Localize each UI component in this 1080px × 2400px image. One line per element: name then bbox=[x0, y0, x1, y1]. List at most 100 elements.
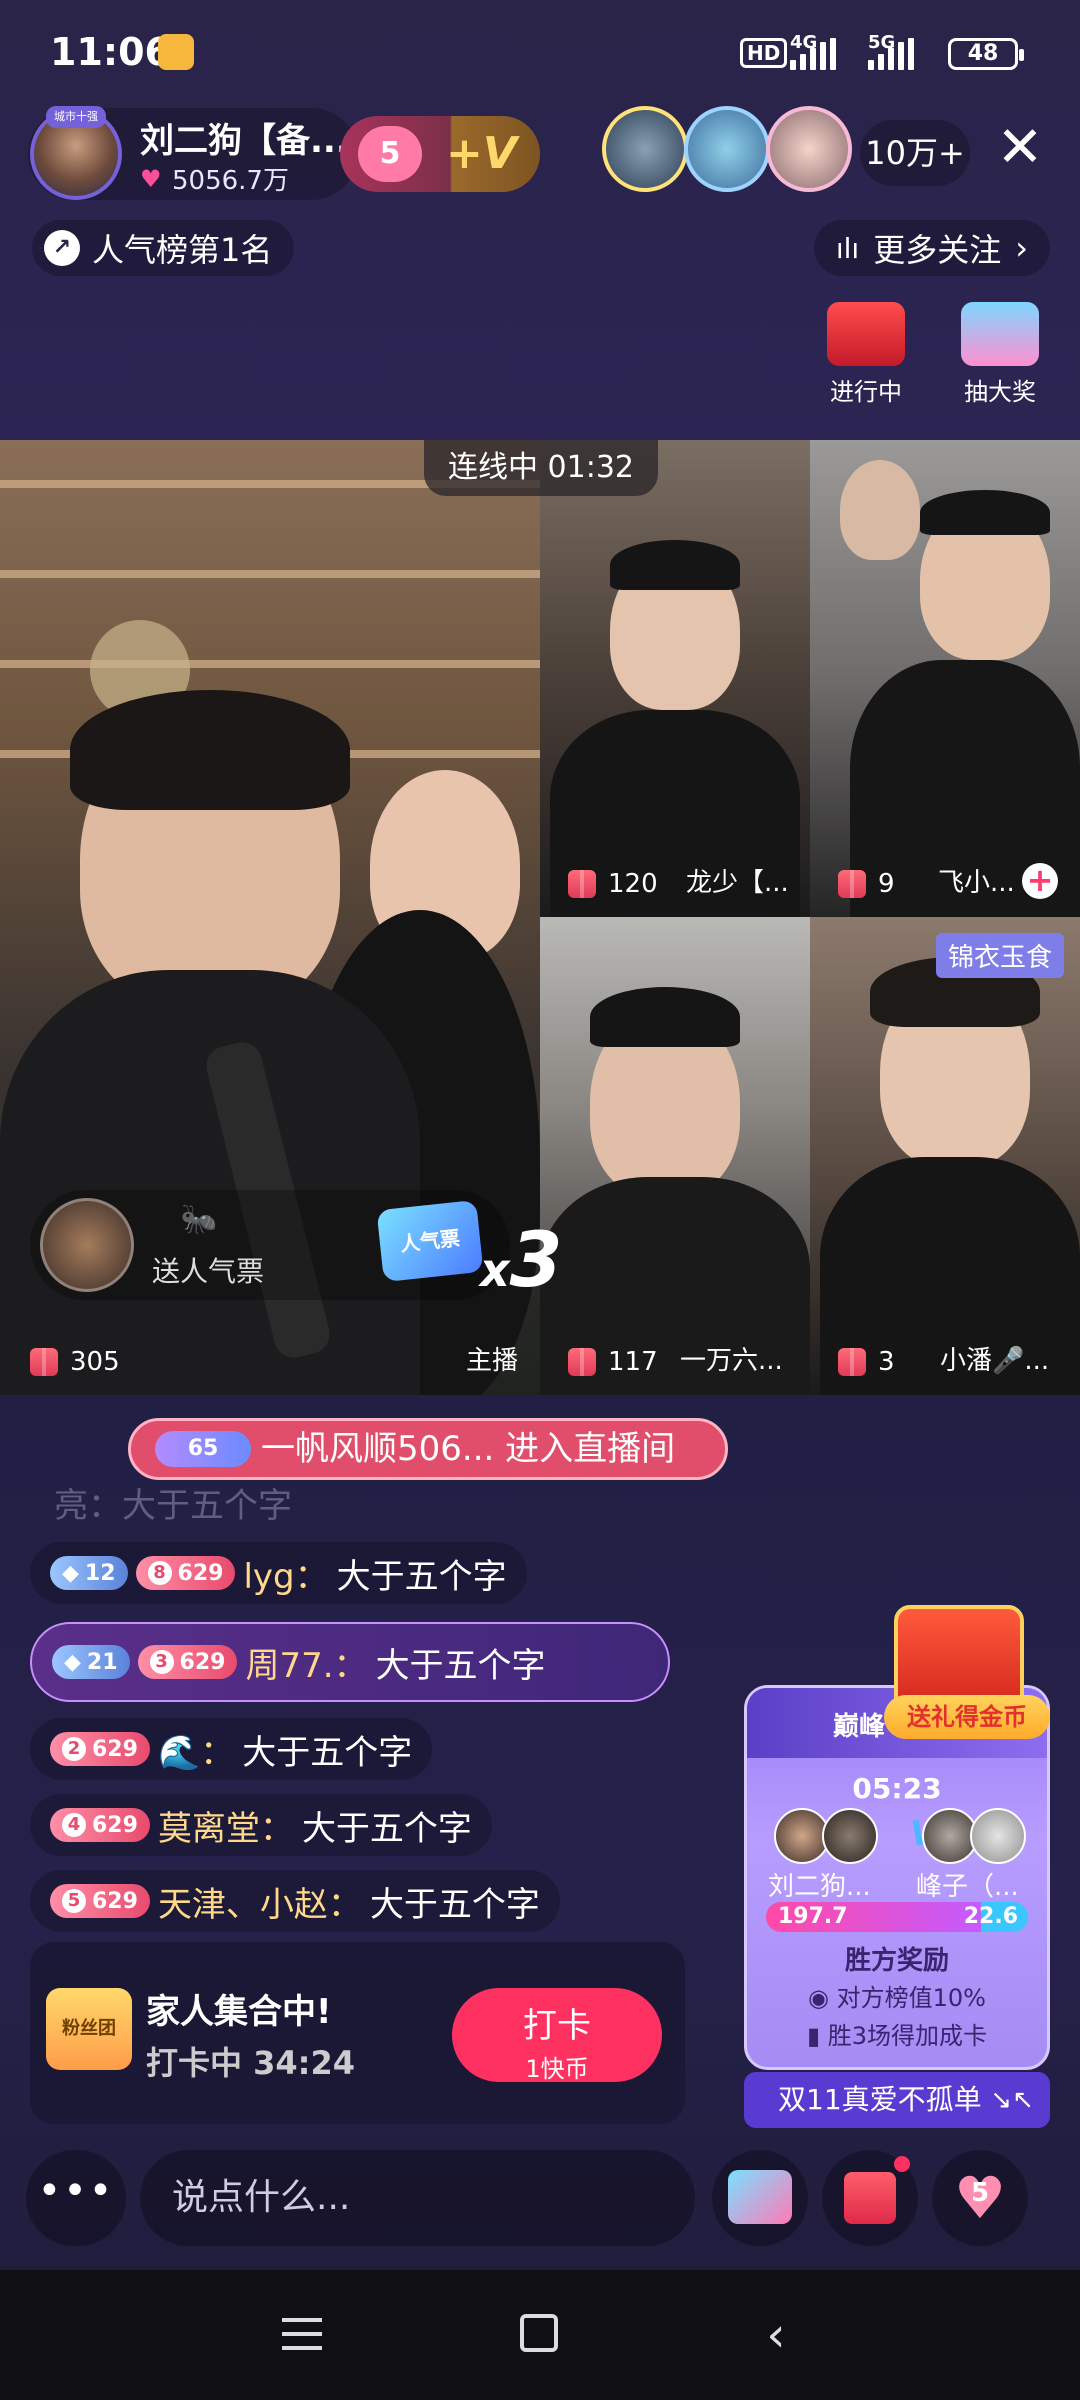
gift-gold-label[interactable]: 送礼得金币 bbox=[884, 1695, 1050, 1739]
chat-message-highlight[interactable]: ◆ 21 3 629 周77.： 大于五个字 bbox=[30, 1622, 670, 1702]
fan-badge: 5 629 bbox=[50, 1884, 150, 1918]
gift-button[interactable] bbox=[822, 2150, 918, 2246]
guest-gift-count: 3 bbox=[838, 1347, 895, 1377]
pk-reward-title: 胜方奖励 bbox=[844, 1946, 949, 1976]
guest-video-4[interactable]: 锦衣玉食 3 小潘🎤... bbox=[810, 917, 1080, 1395]
guest-name: 飞小... bbox=[938, 868, 1015, 898]
viewer-avatar[interactable] bbox=[602, 106, 688, 192]
trophy-icon: ◉ bbox=[808, 1984, 837, 2012]
pk-reward-line-2: ▮ 胜3场得加成卡 bbox=[806, 2022, 988, 2050]
fan-group-logo: 粉丝团 bbox=[46, 1988, 132, 2070]
host-avatar[interactable]: 城市十强 bbox=[30, 106, 122, 200]
level-badge: ◆ 12 bbox=[50, 1556, 128, 1590]
guest-name: 一万六... bbox=[680, 1346, 783, 1376]
popularity-ticket-button[interactable] bbox=[712, 2150, 808, 2246]
plus-v-label: +V bbox=[446, 128, 517, 179]
more-options-button[interactable]: ••• bbox=[26, 2150, 126, 2246]
gift-icon bbox=[568, 1348, 596, 1376]
checkin-timer: 打卡中 34:24 bbox=[146, 2044, 356, 2082]
fan-badge: 2 629 bbox=[50, 1732, 150, 1766]
battery-icon: 48 bbox=[948, 38, 1024, 70]
chat-message[interactable]: 2 629 🌊： 大于五个字 bbox=[30, 1718, 433, 1780]
guest-name: 小潘🎤... bbox=[940, 1346, 1050, 1376]
close-icon[interactable]: ✕ bbox=[990, 118, 1050, 178]
pk-left-name: 刘二狗... bbox=[768, 1872, 871, 1902]
heart-count: 5 bbox=[970, 2178, 990, 2208]
host-name[interactable]: 刘二狗【备... bbox=[140, 113, 349, 162]
voter-avatar bbox=[40, 1198, 134, 1292]
pk-timer: 05:23 bbox=[852, 1772, 942, 1805]
user-level-badge: 65 bbox=[155, 1431, 251, 1467]
fan-level-heart-icon: 5 bbox=[358, 126, 422, 182]
gift-icon bbox=[568, 870, 596, 898]
chat-faded-line: 亮：大于五个字 bbox=[54, 1486, 292, 1526]
comment-input[interactable]: 说点什么... bbox=[140, 2150, 695, 2246]
system-nav-bar: ‹ bbox=[0, 2270, 1080, 2400]
add-guest-icon[interactable]: + bbox=[1022, 863, 1058, 899]
notification-dot bbox=[894, 2156, 910, 2172]
chevron-right-icon: › bbox=[1015, 229, 1028, 267]
popularity-ticket-icon: 人气票 bbox=[376, 1199, 484, 1283]
chat-message[interactable]: 4 629 莫离堂： 大于五个字 bbox=[30, 1794, 492, 1856]
like-button[interactable]: ♥ 5 bbox=[932, 2150, 1028, 2246]
guest-video-1[interactable]: 120 龙少【... bbox=[540, 440, 810, 917]
gift-icon bbox=[844, 2172, 896, 2224]
card-icon: ▮ bbox=[806, 2022, 828, 2050]
host-badge: 城市十强 bbox=[46, 106, 106, 128]
ticket-multiplier: x3 bbox=[480, 1215, 563, 1304]
pk-right-score: 22.6 bbox=[963, 1904, 1018, 1929]
signal-4g-icon: 4G bbox=[790, 32, 836, 70]
signal-5g-icon: 5G bbox=[868, 32, 914, 70]
connection-status: 连线中 01:32 bbox=[424, 440, 659, 496]
host-label: 主播 bbox=[466, 1346, 519, 1376]
chat-message[interactable]: ◆ 12 8 629 lyg： 大于五个字 bbox=[30, 1542, 527, 1604]
viewer-count[interactable]: 10万+ bbox=[860, 120, 970, 186]
bar-chart-icon: ılı bbox=[835, 231, 860, 265]
host-gift-count: 305 bbox=[30, 1347, 120, 1377]
ongoing-activity-button[interactable]: 进行中 bbox=[814, 296, 918, 406]
pk-promo-bar[interactable]: 双11真爱不孤单 ↘↖ bbox=[744, 2072, 1050, 2128]
fan-badge: 3 629 bbox=[137, 1645, 238, 1679]
pk-title: 巅峰 bbox=[833, 1712, 886, 1742]
gift-icon bbox=[838, 870, 866, 898]
viewer-avatar[interactable] bbox=[684, 106, 770, 192]
gift-icon bbox=[30, 1348, 58, 1376]
lottery-icon bbox=[961, 302, 1039, 366]
guest-video-3[interactable]: 117 一万六... bbox=[540, 917, 810, 1395]
lottery-button[interactable]: 抽大奖 bbox=[948, 296, 1052, 406]
fan-badge: 8 629 bbox=[135, 1556, 236, 1590]
popularity-rank-button[interactable]: ↗ 人气榜第1名 bbox=[32, 220, 295, 276]
fan-badge: 4 629 bbox=[50, 1808, 150, 1842]
status-bar: 11:06 HD 4G 5G 48 bbox=[0, 0, 1080, 105]
fan-club-button[interactable]: 5 +V bbox=[340, 116, 540, 192]
chat-message[interactable]: 5 629 天津、小赵： 大于五个字 bbox=[30, 1870, 560, 1932]
red-envelope-icon bbox=[827, 302, 905, 366]
guest-gift-count: 120 bbox=[568, 869, 658, 899]
gift-icon bbox=[838, 1348, 866, 1376]
home-icon[interactable] bbox=[510, 2308, 570, 2362]
pk-right-avatar-2[interactable] bbox=[970, 1808, 1026, 1864]
level-badge: ◆ 21 bbox=[52, 1645, 130, 1679]
host-likes: ♥ 5056.7万 bbox=[140, 164, 289, 196]
guest-gift-count: 9 bbox=[838, 869, 895, 899]
enter-notification: 65 一帆风顺506... 进入直播间 bbox=[128, 1418, 728, 1480]
more-follow-button[interactable]: ılı 更多关注 › bbox=[813, 220, 1050, 276]
back-icon[interactable]: ‹ bbox=[746, 2308, 806, 2362]
checkin-button[interactable]: 打卡 1快币 bbox=[452, 1988, 662, 2083]
viewer-avatar[interactable] bbox=[766, 106, 852, 192]
guest-tag: 锦衣玉食 bbox=[935, 933, 1064, 978]
trend-up-icon: ↗ bbox=[44, 230, 80, 266]
guest-name: 龙少【... bbox=[686, 868, 789, 898]
guest-video-2[interactable]: 9 飞小... + bbox=[810, 440, 1080, 917]
ant-icon: 🐜 bbox=[180, 1202, 218, 1237]
menu-icon[interactable] bbox=[274, 2308, 334, 2362]
collapse-icon[interactable]: ↘↖ bbox=[990, 2072, 1034, 2128]
checkin-card: 粉丝团 家人集合中! 打卡中 34:24 打卡 1快币 bbox=[30, 1942, 685, 2124]
guest-gift-count: 117 bbox=[568, 1347, 658, 1377]
pk-left-avatar-2[interactable] bbox=[822, 1808, 878, 1864]
ticket-icon bbox=[728, 2170, 792, 2224]
pk-right-name: 峰子（... bbox=[916, 1872, 1019, 1902]
app-notification-icon bbox=[158, 34, 194, 70]
pk-reward-line-1: ◉ 对方榜值10% bbox=[808, 1984, 986, 2012]
checkin-title: 家人集合中! bbox=[146, 1992, 332, 2032]
